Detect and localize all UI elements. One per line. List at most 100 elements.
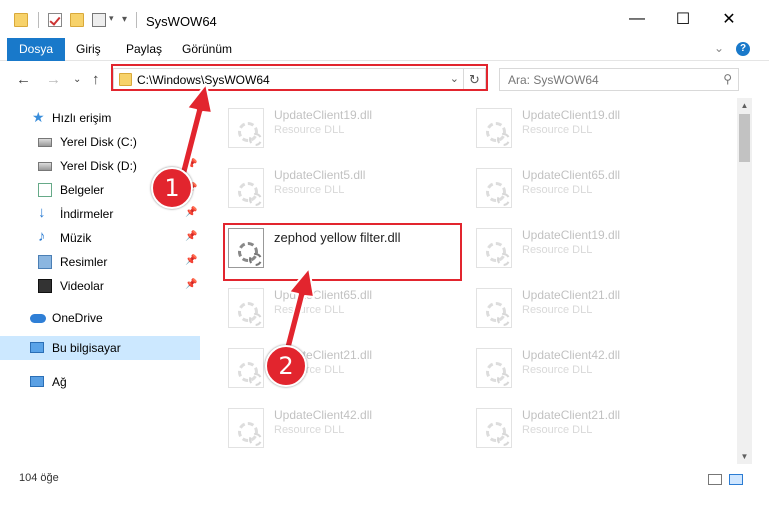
dll-file-icon bbox=[476, 288, 512, 328]
sidebar-item-label: İndirmeler bbox=[60, 207, 114, 221]
scroll-thumb[interactable] bbox=[739, 114, 750, 162]
videos-icon bbox=[38, 279, 52, 293]
onedrive-icon bbox=[30, 314, 46, 323]
search-input[interactable]: Ara: SysWOW64 ⚲ bbox=[499, 68, 739, 91]
tab-share[interactable]: Paylaş bbox=[114, 38, 174, 61]
ribbon-tabs: Dosya Giriş Paylaş Görünüm ⌄ ? bbox=[0, 38, 769, 61]
file-item[interactable]: UpdateClient42.dll Resource DLL bbox=[476, 346, 716, 396]
file-type: Resource DLL bbox=[522, 124, 593, 136]
music-icon: ♪ bbox=[38, 228, 46, 245]
documents-icon bbox=[38, 183, 52, 197]
status-bar: 104 öğe bbox=[0, 464, 769, 494]
file-list: UpdateClient19.dll Resource DLL UpdateCl… bbox=[204, 98, 737, 464]
file-type: Resource DLL bbox=[274, 424, 345, 436]
sidebar-item-label: Bu bilgisayar bbox=[52, 341, 121, 355]
file-type: Resource DLL bbox=[522, 244, 593, 256]
pin-icon[interactable]: 📌 bbox=[185, 255, 197, 266]
file-item[interactable]: UpdateClient21.dll Resource DLL bbox=[228, 346, 468, 396]
file-highlight-box bbox=[223, 223, 462, 281]
help-icon[interactable]: ? bbox=[736, 42, 750, 56]
quick-access-dropdown-icon[interactable]: ▾ bbox=[122, 14, 127, 25]
file-item[interactable]: UpdateClient21.dll Resource DLL bbox=[476, 406, 716, 456]
drive-icon bbox=[38, 162, 52, 171]
pin-icon[interactable]: 📌 bbox=[185, 279, 197, 290]
file-item[interactable]: UpdateClient65.dll Resource DLL bbox=[476, 166, 716, 216]
separator bbox=[38, 12, 39, 28]
file-item[interactable]: UpdateClient21.dll Resource DLL bbox=[476, 286, 716, 336]
file-name: UpdateClient65.dll bbox=[274, 288, 373, 302]
folder-icon bbox=[14, 13, 28, 27]
sidebar-item-local-disk-c[interactable]: Yerel Disk (C:) bbox=[0, 130, 200, 154]
sidebar-item-network[interactable]: Ağ bbox=[0, 370, 200, 394]
recent-locations-button[interactable]: ⌄ bbox=[73, 74, 81, 85]
file-type: Resource DLL bbox=[522, 304, 593, 316]
file-name: UpdateClient19.dll bbox=[522, 108, 621, 122]
file-item[interactable]: UpdateClient5.dll Resource DLL bbox=[228, 166, 468, 216]
star-icon: ★ bbox=[32, 109, 45, 125]
file-type: Resource DLL bbox=[274, 184, 345, 196]
large-icons-view-icon[interactable] bbox=[729, 474, 743, 485]
pin-icon[interactable]: 📌 bbox=[185, 207, 197, 218]
file-type: Resource DLL bbox=[522, 364, 593, 376]
separator bbox=[136, 12, 137, 28]
pin-icon[interactable]: 📌 bbox=[185, 159, 197, 170]
sidebar-item-label: Yerel Disk (D:) bbox=[60, 159, 137, 173]
scroll-down-button[interactable]: ▼ bbox=[737, 449, 752, 464]
properties-check-icon[interactable] bbox=[48, 13, 62, 27]
dll-file-icon bbox=[476, 408, 512, 448]
dll-file-icon bbox=[476, 228, 512, 268]
file-item[interactable]: UpdateClient42.dll Resource DLL bbox=[228, 406, 468, 456]
forward-button[interactable]: → bbox=[46, 71, 61, 88]
file-type: Resource DLL bbox=[522, 184, 593, 196]
scroll-up-button[interactable]: ▲ bbox=[737, 98, 752, 113]
window-title: SysWOW64 bbox=[146, 14, 217, 29]
sidebar-item-this-pc[interactable]: Bu bilgisayar bbox=[0, 336, 200, 360]
file-item[interactable]: UpdateClient65.dll Resource DLL bbox=[228, 286, 468, 336]
sidebar-item-label: Yerel Disk (C:) bbox=[60, 135, 137, 149]
new-folder-icon[interactable] bbox=[70, 13, 84, 27]
file-item[interactable]: UpdateClient19.dll Resource DLL bbox=[476, 226, 716, 276]
sidebar-item-videos[interactable]: Videolar 📌 bbox=[0, 274, 200, 298]
sidebar-item-music[interactable]: ♪ Müzik 📌 bbox=[0, 226, 200, 250]
sidebar-item-onedrive[interactable]: OneDrive bbox=[0, 306, 200, 330]
file-name: UpdateClient21.dll bbox=[522, 408, 621, 422]
customize-toolbar-icon[interactable] bbox=[92, 13, 106, 27]
details-view-icon[interactable] bbox=[708, 474, 722, 485]
file-name: UpdateClient5.dll bbox=[274, 168, 366, 182]
minimize-button[interactable]: — bbox=[614, 0, 660, 38]
toolbar-dropdown-icon[interactable]: ▾ bbox=[109, 13, 114, 24]
file-name: UpdateClient65.dll bbox=[522, 168, 621, 182]
sidebar-item-label: Hızlı erişim bbox=[52, 111, 112, 125]
close-button[interactable]: ✕ bbox=[706, 0, 752, 38]
maximize-button[interactable]: ☐ bbox=[660, 0, 706, 38]
title-bar: ▾ ▾ SysWOW64 — ☐ ✕ bbox=[0, 0, 769, 38]
search-icon[interactable]: ⚲ bbox=[723, 72, 732, 86]
up-button[interactable]: ↑ bbox=[92, 71, 100, 88]
network-icon bbox=[30, 376, 44, 387]
file-item[interactable]: UpdateClient19.dll Resource DLL bbox=[476, 106, 716, 156]
tab-view[interactable]: Görünüm bbox=[170, 38, 244, 61]
sidebar-item-label: OneDrive bbox=[52, 311, 103, 325]
downloads-icon: ↓ bbox=[38, 204, 46, 221]
dll-file-icon bbox=[228, 108, 264, 148]
item-count: 104 öğe bbox=[19, 472, 59, 484]
this-pc-icon bbox=[30, 342, 44, 353]
file-type: Resource DLL bbox=[274, 124, 345, 136]
dll-file-icon bbox=[228, 288, 264, 328]
pin-icon[interactable]: 📌 bbox=[185, 231, 197, 242]
address-highlight-box bbox=[111, 64, 488, 91]
file-name: UpdateClient19.dll bbox=[522, 228, 621, 242]
tab-home[interactable]: Giriş bbox=[64, 38, 113, 61]
file-type: Resource DLL bbox=[274, 304, 345, 316]
tab-file[interactable]: Dosya bbox=[7, 38, 66, 61]
sidebar-item-pictures[interactable]: Resimler 📌 bbox=[0, 250, 200, 274]
back-button[interactable]: ← bbox=[16, 71, 31, 88]
file-item[interactable]: UpdateClient19.dll Resource DLL bbox=[228, 106, 468, 156]
dll-file-icon bbox=[476, 168, 512, 208]
vertical-scrollbar[interactable]: ▲ ▼ bbox=[737, 98, 752, 464]
dll-file-icon bbox=[228, 168, 264, 208]
sidebar-item-quick-access[interactable]: ★ Hızlı erişim bbox=[0, 106, 200, 130]
file-name: UpdateClient42.dll bbox=[522, 348, 621, 362]
dll-file-icon bbox=[476, 348, 512, 388]
expand-ribbon-icon[interactable]: ⌄ bbox=[714, 41, 724, 55]
